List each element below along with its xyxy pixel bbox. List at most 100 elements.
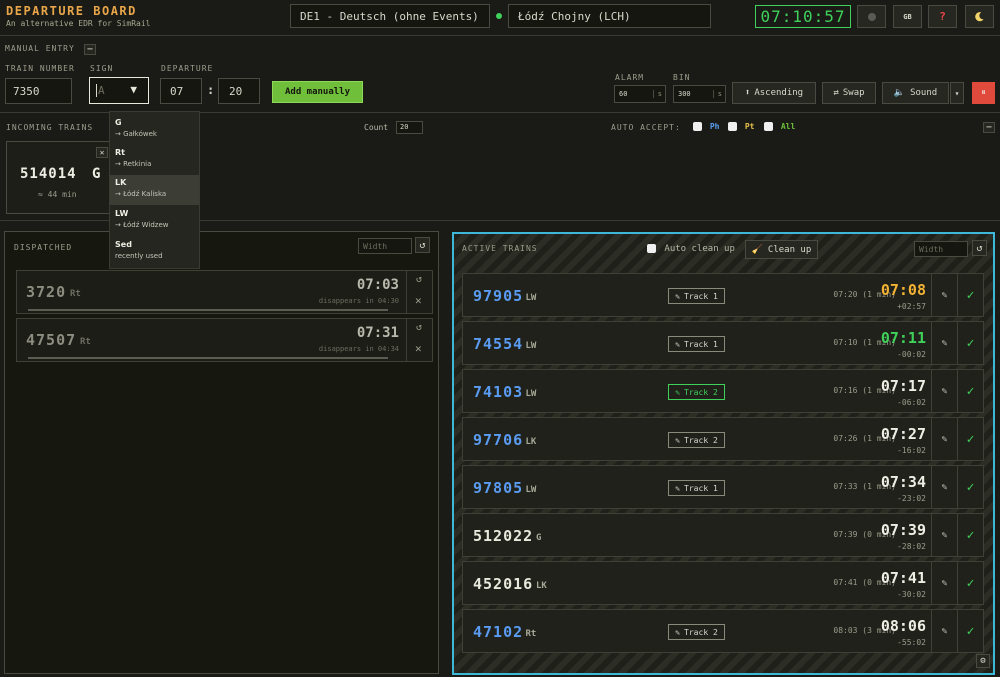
pencil-icon: ✎ — [675, 483, 681, 493]
alarm-input[interactable]: 60 s — [614, 85, 666, 103]
track-button[interactable]: ✎ Track 2 — [668, 384, 725, 400]
departure-time: 07:11 — [880, 329, 926, 347]
active-train-row[interactable]: 512022 G 07:39 (0 min) 07:39 -28:02 ✎ ✓ — [462, 513, 984, 557]
clean-up-button[interactable]: 🧹 Clean up — [745, 240, 818, 259]
dropdown-option-highlighted[interactable]: LK → Łódź Kaliska — [110, 175, 199, 205]
active-train-row[interactable]: 452016 LK 07:41 (0 min) 07:41 -30:02 ✎ ✓ — [462, 561, 984, 605]
reset-width-button[interactable]: ↺ — [415, 237, 430, 253]
station-select[interactable]: Łódź Chojny (LCH) — [508, 4, 711, 28]
sound-button[interactable]: 🔈 Sound — [882, 82, 949, 104]
alarm-label: ALARM — [615, 73, 645, 82]
edit-button[interactable]: ✎ — [931, 370, 957, 412]
dispatch-button[interactable]: ✓ — [957, 370, 983, 412]
help-button[interactable]: ? — [928, 5, 957, 28]
auto-accept-all[interactable]: All — [764, 122, 795, 131]
remove-button[interactable]: ✕ — [415, 342, 422, 355]
bin-unit: s — [712, 90, 722, 98]
active-train-row[interactable]: 97905 LW ✎ Track 1 07:20 (1 min) 07:08 +02:57 ✎… — [462, 273, 984, 317]
active-train-row[interactable]: 97706 LK ✎ Track 2 07:26 (1 min) 07:27 -16:02 ✎… — [462, 417, 984, 461]
sign-dropdown: G → Gałkówek Rt → Retkinia LK → Łódź Kal… — [109, 111, 200, 269]
delay: -16:02 — [897, 446, 926, 455]
edit-button[interactable]: ✎ — [931, 514, 957, 556]
sign-select[interactable]: A ▼ — [89, 77, 149, 104]
sound-dropdown-button[interactable]: ▾ — [950, 82, 964, 104]
speaker-icon: 🔈 — [893, 88, 906, 98]
remove-button[interactable]: ✕ — [415, 294, 422, 307]
dropdown-option[interactable]: LW → Łódź Widzew — [110, 206, 199, 236]
auto-accept-ph[interactable]: Ph — [693, 122, 719, 131]
dropdown-option[interactable]: Sed recently used — [110, 237, 199, 267]
departure-time: 07:39 — [880, 521, 926, 539]
option-destination: → Retkinia — [115, 160, 152, 168]
dropdown-option[interactable]: Rt → Retkinia — [110, 145, 199, 175]
pencil-icon: ✎ — [675, 387, 681, 397]
active-train-row[interactable]: 97805 LW ✎ Track 1 07:33 (1 min) 07:34 -23:02 ✎… — [462, 465, 984, 509]
edit-button[interactable]: ✎ — [931, 274, 957, 316]
track-button[interactable]: ✎ Track 2 — [668, 432, 725, 448]
undo-button[interactable]: ↺ — [416, 274, 422, 285]
train-sign: LW — [525, 293, 537, 303]
ascending-button[interactable]: ⬆ Ascending — [732, 82, 816, 104]
dispatch-button[interactable]: ✓ — [957, 562, 983, 604]
auto-clean-toggle[interactable]: Auto clean up — [647, 244, 735, 254]
sound-label: Sound — [910, 88, 938, 98]
ph-label: Ph — [709, 122, 720, 131]
theme-toggle-button[interactable] — [965, 5, 994, 28]
departure-hour-input[interactable]: 07 — [160, 78, 202, 104]
track-button[interactable]: ✎ Track 1 — [668, 336, 725, 352]
width-input[interactable]: Width — [358, 238, 412, 254]
manual-entry-collapse-button[interactable]: − — [84, 44, 96, 55]
edit-button[interactable]: ✎ — [931, 418, 957, 460]
auto-clean-checkbox[interactable] — [647, 244, 656, 253]
all-checkbox[interactable] — [764, 122, 773, 131]
dispatch-button[interactable]: ✓ — [957, 418, 983, 460]
add-manually-button[interactable]: Add manually — [272, 81, 363, 103]
active-trains-panel: ACTIVE TRAINS Auto clean up 🧹 Clean up W… — [452, 232, 995, 675]
language-button[interactable]: GB — [893, 5, 922, 28]
undo-button[interactable]: ↺ — [416, 322, 422, 333]
edit-button[interactable]: ✎ — [931, 562, 957, 604]
departure-minute-input[interactable]: 20 — [218, 78, 260, 104]
incoming-collapse-button[interactable]: − — [983, 122, 995, 133]
departure-time: 07:41 — [880, 569, 926, 587]
dispatch-button[interactable]: ✓ — [957, 274, 983, 316]
settings-button[interactable]: ⚙ — [976, 654, 990, 668]
incoming-train-sign: G — [92, 166, 101, 182]
dispatched-row: 47507 Rt 07:31 disappears in 04:34 ↺ ✕ — [16, 318, 433, 362]
checkmark-icon: ✓ — [966, 287, 975, 303]
train-number-input[interactable]: 7350 — [5, 78, 72, 104]
moon-icon — [975, 12, 984, 22]
delay: -23:02 — [897, 494, 926, 503]
incoming-train-card[interactable]: ✕ 514014 G ≈ 44 min — [6, 141, 116, 214]
edit-button[interactable]: ✎ — [931, 466, 957, 508]
active-train-row[interactable]: 74554 LW ✎ Track 1 07:10 (1 min) 07:11 -00:02 ✎… — [462, 321, 984, 365]
track-button[interactable]: ✎ Track 1 — [668, 480, 725, 496]
active-train-row[interactable]: 74103 LW ✎ Track 2 07:16 (1 min) 07:17 -06:02 ✎… — [462, 369, 984, 413]
dispatch-button[interactable]: ✓ — [957, 610, 983, 652]
count-input[interactable]: 20 — [396, 121, 423, 134]
swap-button[interactable]: ⇄ Swap — [822, 82, 876, 104]
pt-checkbox[interactable] — [728, 122, 737, 131]
dispatch-button[interactable]: ✓ — [957, 514, 983, 556]
dispatch-button[interactable]: ✓ — [957, 466, 983, 508]
dispatch-button[interactable]: ✓ — [957, 322, 983, 364]
close-icon[interactable]: ✕ — [96, 147, 108, 158]
reset-width-button[interactable]: ↺ — [972, 240, 987, 256]
active-train-row[interactable]: 47102 Rt ✎ Track 2 08:03 (3 min) 08:06 -55:02 ✎… — [462, 609, 984, 653]
edit-button[interactable]: ✎ — [931, 610, 957, 652]
pause-button[interactable]: ⏸ — [972, 82, 995, 104]
chevron-down-icon: ▼ — [130, 83, 137, 96]
server-select[interactable]: DE1 - Deutsch (ohne Events) — [290, 4, 490, 28]
dropdown-option[interactable]: G → Gałkówek — [110, 115, 199, 145]
connection-status-dot — [496, 13, 502, 19]
track-button[interactable]: ✎ Track 2 — [668, 624, 725, 640]
edit-button[interactable]: ✎ — [931, 322, 957, 364]
auto-accept-pt[interactable]: Pt — [728, 122, 754, 131]
ph-checkbox[interactable] — [693, 122, 702, 131]
manual-entry-label: MANUAL ENTRY — [5, 44, 75, 53]
bin-input[interactable]: 300 s — [673, 85, 726, 103]
width-input[interactable]: Width — [914, 241, 968, 257]
track-button[interactable]: ✎ Track 1 — [668, 288, 725, 304]
active-trains-label: ACTIVE TRAINS — [462, 244, 538, 253]
status-button[interactable] — [857, 5, 886, 28]
